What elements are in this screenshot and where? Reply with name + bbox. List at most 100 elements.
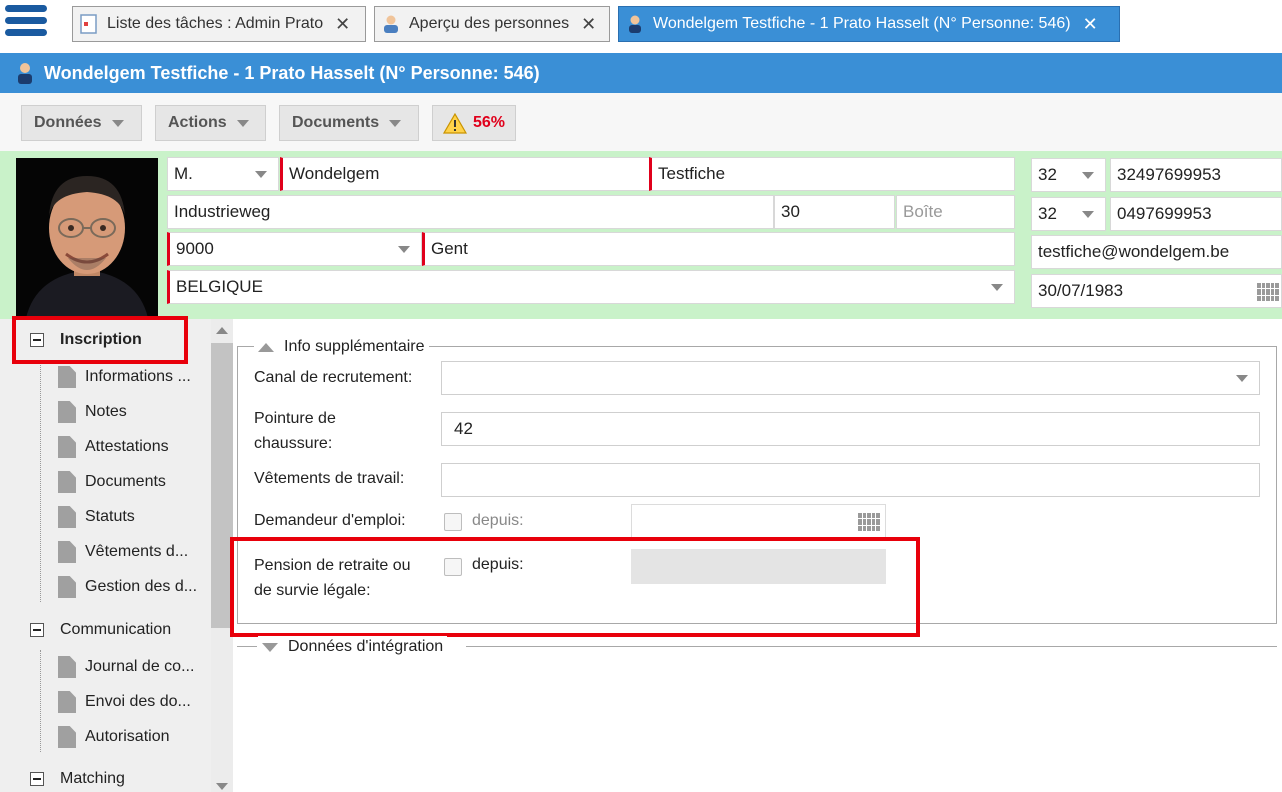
scroll-up-icon[interactable] <box>216 327 228 334</box>
nav-item-label: Documents <box>85 473 166 490</box>
country-select[interactable]: BELGIQUE <box>167 270 1015 304</box>
calendar-icon[interactable] <box>1257 283 1279 301</box>
info-legend-label: Info supplémentaire <box>284 338 425 355</box>
nav-item-vetements[interactable]: Vêtements d... <box>58 541 188 563</box>
collapse-icon[interactable] <box>30 623 44 637</box>
nav-item-journal[interactable]: Journal de co... <box>58 656 194 678</box>
nav-item-envoi[interactable]: Envoi des do... <box>58 691 191 713</box>
last-name-field[interactable]: Wondelgem <box>280 157 650 191</box>
documents-menu-button[interactable]: Documents <box>279 105 419 141</box>
chevron-down-icon[interactable] <box>991 284 1003 291</box>
phone1-field[interactable]: 32497699953 <box>1110 158 1282 192</box>
document-icon <box>58 656 76 678</box>
chevron-down-icon[interactable] <box>398 246 410 253</box>
person-icon <box>629 15 641 33</box>
first-name-field[interactable]: Testfiche <box>649 157 1015 191</box>
scroll-down-icon[interactable] <box>216 783 228 790</box>
chevron-down-icon[interactable] <box>255 171 267 178</box>
page-header: Wondelgem Testfiche - 1 Prato Hasselt (N… <box>0 53 1282 93</box>
integration-legend[interactable]: Données d'intégration <box>258 636 448 658</box>
nav-section-label: Matching <box>60 770 125 787</box>
last-name-value: Wondelgem <box>289 164 380 183</box>
country-value: BELGIQUE <box>176 277 263 296</box>
tree-line <box>40 650 41 752</box>
toolbar: Données Actions Documents 56% <box>0 93 1282 151</box>
warning-icon <box>443 112 467 134</box>
document-icon <box>58 436 76 458</box>
box-placeholder: Boîte <box>903 202 943 221</box>
phone1-prefix-select[interactable]: 32 <box>1031 158 1106 192</box>
nav-item-attestations[interactable]: Attestations <box>58 436 169 458</box>
nav-section-matching[interactable]: Matching <box>30 770 125 788</box>
calendar-icon[interactable] <box>858 513 880 531</box>
shoe-size-field[interactable]: 42 <box>441 412 1260 446</box>
tab-label: Liste des tâches : Admin Prato <box>107 15 324 32</box>
canal-select[interactable] <box>441 361 1260 395</box>
close-icon[interactable]: ✕ <box>1083 15 1098 33</box>
tree-line <box>40 360 41 602</box>
nav-item-notes[interactable]: Notes <box>58 401 127 423</box>
nav-item-autorisation[interactable]: Autorisation <box>58 726 170 748</box>
page-title: Wondelgem Testfiche - 1 Prato Hasselt (N… <box>44 62 540 83</box>
highlight-box <box>12 316 188 364</box>
divider <box>466 646 1277 647</box>
data-menu-button[interactable]: Données <box>21 105 142 141</box>
chevron-down-icon <box>389 119 402 127</box>
nav-item-label: Vêtements d... <box>85 543 189 560</box>
email-field[interactable]: testfiche@wondelgem.be <box>1031 235 1282 269</box>
actions-menu-label: Actions <box>168 114 227 131</box>
shoe-size-label-line2: chaussure: <box>254 435 333 452</box>
divider <box>237 646 257 647</box>
person-icon <box>384 15 398 33</box>
phone2-field[interactable]: 0497699953 <box>1110 197 1282 231</box>
nav-item-documents[interactable]: Documents <box>58 471 166 493</box>
birth-date-field[interactable]: 30/07/1983 <box>1031 274 1282 308</box>
salutation-value: M. <box>174 164 193 183</box>
nav-item-gestion[interactable]: Gestion des d... <box>58 576 197 598</box>
avatar <box>16 158 158 318</box>
house-number-field[interactable]: 30 <box>774 195 895 229</box>
document-icon <box>58 401 76 423</box>
nav-section-communication[interactable]: Communication <box>30 621 171 639</box>
collapse-icon[interactable] <box>30 772 44 786</box>
street-field[interactable]: Industrieweg <box>167 195 774 229</box>
task-list-icon <box>80 14 97 34</box>
info-legend[interactable]: Info supplémentaire <box>254 336 429 358</box>
city-field[interactable]: Gent <box>422 232 1015 266</box>
close-icon[interactable]: ✕ <box>335 15 350 33</box>
document-icon <box>58 471 76 493</box>
street-value: Industrieweg <box>174 202 271 221</box>
nav-item-label: Notes <box>85 403 127 420</box>
phone2-prefix-value: 32 <box>1038 204 1057 223</box>
document-icon <box>58 366 76 388</box>
highlight-box <box>230 537 920 637</box>
chevron-down-icon[interactable] <box>1082 211 1094 218</box>
person-icon <box>18 63 32 84</box>
expand-down-icon[interactable] <box>262 642 278 652</box>
menu-icon[interactable] <box>5 5 47 45</box>
actions-menu-button[interactable]: Actions <box>155 105 266 141</box>
shoe-size-value: 42 <box>454 419 473 438</box>
jobseeker-checkbox[interactable] <box>444 513 462 531</box>
chevron-down-icon[interactable] <box>1082 172 1094 179</box>
box-field[interactable]: Boîte <box>896 195 1015 229</box>
tab-task-list[interactable]: Liste des tâches : Admin Prato ✕ <box>72 6 366 42</box>
nav-item-label: Informations ... <box>85 368 191 385</box>
tab-bar: Liste des tâches : Admin Prato ✕ Aperçu … <box>0 0 1282 50</box>
postal-code-select[interactable]: 9000 <box>167 232 422 266</box>
nav-item-label: Autorisation <box>85 728 170 745</box>
tab-person-detail[interactable]: Wondelgem Testfiche - 1 Prato Hasselt (N… <box>618 6 1120 42</box>
jobseeker-since-date[interactable] <box>631 504 886 538</box>
workwear-field[interactable] <box>441 463 1260 497</box>
completion-badge[interactable]: 56% <box>432 105 516 141</box>
collapse-up-icon[interactable] <box>258 342 274 352</box>
tab-persons-overview[interactable]: Aperçu des personnes ✕ <box>374 6 610 42</box>
close-icon[interactable]: ✕ <box>581 15 596 33</box>
person-photo <box>16 158 158 318</box>
phone2-prefix-select[interactable]: 32 <box>1031 197 1106 231</box>
data-menu-label: Données <box>34 114 102 131</box>
nav-item-informations[interactable]: Informations ... <box>58 366 191 388</box>
nav-item-label: Journal de co... <box>85 658 195 675</box>
nav-item-statuts[interactable]: Statuts <box>58 506 135 528</box>
chevron-down-icon[interactable] <box>1236 375 1248 382</box>
